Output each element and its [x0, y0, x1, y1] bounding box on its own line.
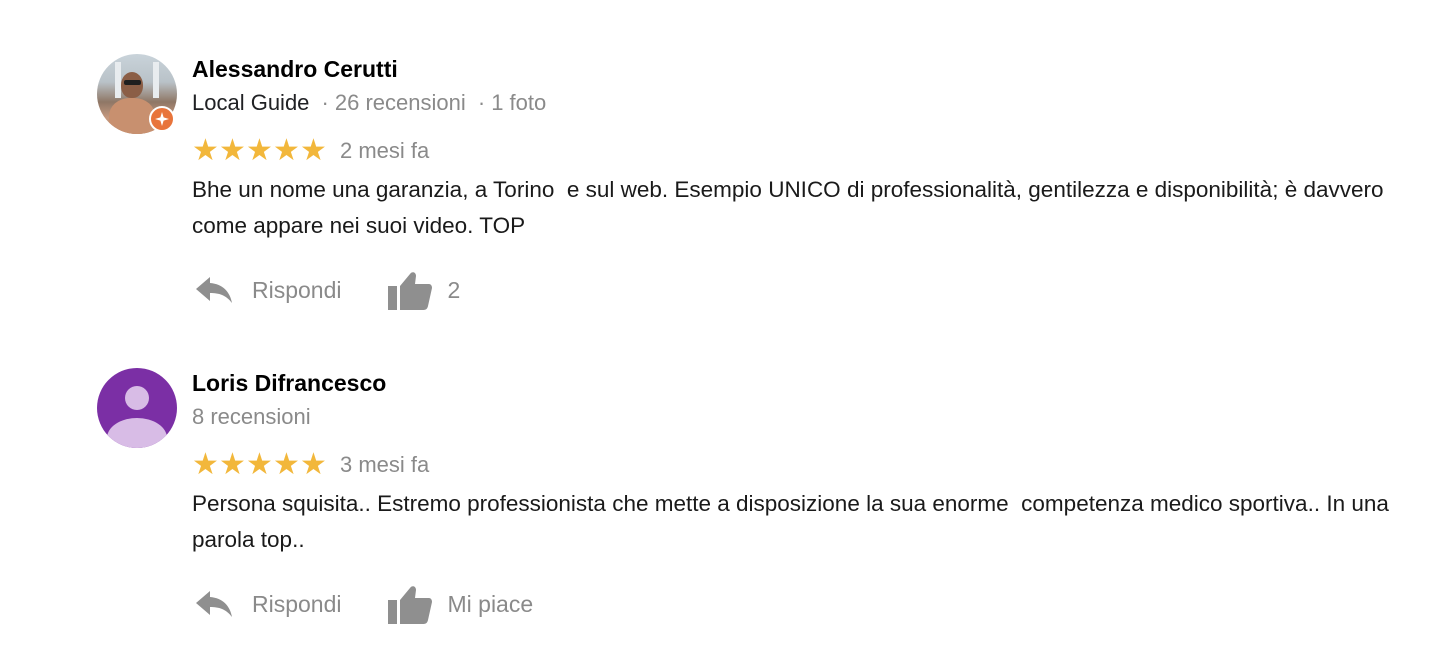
review-time: 3 mesi fa	[340, 452, 430, 477]
review-count: 26 recensioni	[334, 90, 466, 115]
avatar-background-detail	[153, 62, 159, 98]
star-icon: ★	[246, 447, 273, 482]
avatar-background-detail	[115, 62, 121, 98]
author-name[interactable]: Loris Difrancesco	[192, 370, 386, 397]
thumbs-up-icon	[387, 272, 432, 310]
meta-separator: ·	[477, 90, 486, 115]
star-icon: ★	[300, 133, 327, 168]
review-actions: Rispondi 2	[195, 270, 460, 310]
star-rating: ★ ★ ★ ★ ★	[192, 450, 327, 480]
avatar-glasses	[124, 80, 141, 85]
reply-label: Rispondi	[252, 590, 342, 617]
default-person-avatar[interactable]	[97, 368, 177, 448]
like-button[interactable]: Mi piace	[387, 584, 534, 624]
meta-separator: ·	[321, 90, 329, 115]
star-icon: ★	[192, 133, 219, 168]
reply-icon	[196, 277, 232, 303]
author-name[interactable]: Alessandro Cerutti	[192, 56, 398, 83]
thumbs-up-icon	[387, 586, 432, 624]
local-guide-label: Local Guide	[192, 90, 310, 115]
rating-row: ★ ★ ★ ★ ★ 3 mesi fa	[192, 450, 429, 480]
review-count: 8 recensioni	[192, 404, 311, 429]
avatar-head	[121, 72, 143, 98]
star-icon: ★	[300, 447, 327, 482]
author-meta: 8 recensioni	[192, 404, 311, 430]
star-icon: ★	[219, 133, 246, 168]
star-icon: ★	[273, 133, 300, 168]
like-label: Mi piace	[447, 590, 534, 617]
like-count: 2	[447, 276, 461, 303]
avatar-body	[109, 98, 155, 134]
review-text: Persona squisita.. Estremo professionist…	[192, 491, 1396, 552]
author-meta: Local Guide · 26 recensioni · 1 foto	[192, 90, 546, 116]
review-actions: Rispondi Mi piace	[195, 584, 533, 624]
review-time: 2 mesi fa	[340, 138, 430, 163]
reply-icon	[196, 591, 232, 617]
star-icon: ★	[273, 447, 300, 482]
star-rating: ★ ★ ★ ★ ★	[192, 136, 327, 166]
like-button[interactable]: 2	[387, 270, 461, 310]
rating-row: ★ ★ ★ ★ ★ 2 mesi fa	[192, 136, 429, 166]
avatar-body	[107, 418, 167, 448]
avatar-head	[125, 386, 149, 410]
local-guide-star-icon	[149, 106, 175, 132]
star-icon: ★	[246, 133, 273, 168]
reply-button[interactable]: Rispondi	[195, 589, 342, 619]
photo-count: 1 foto	[491, 90, 547, 115]
star-icon: ★	[219, 447, 246, 482]
review-text: Bhe un nome una garanzia, a Torino e sul…	[192, 177, 1390, 238]
reply-label: Rispondi	[252, 276, 342, 303]
star-icon: ★	[192, 447, 219, 482]
reply-button[interactable]: Rispondi	[195, 275, 342, 305]
